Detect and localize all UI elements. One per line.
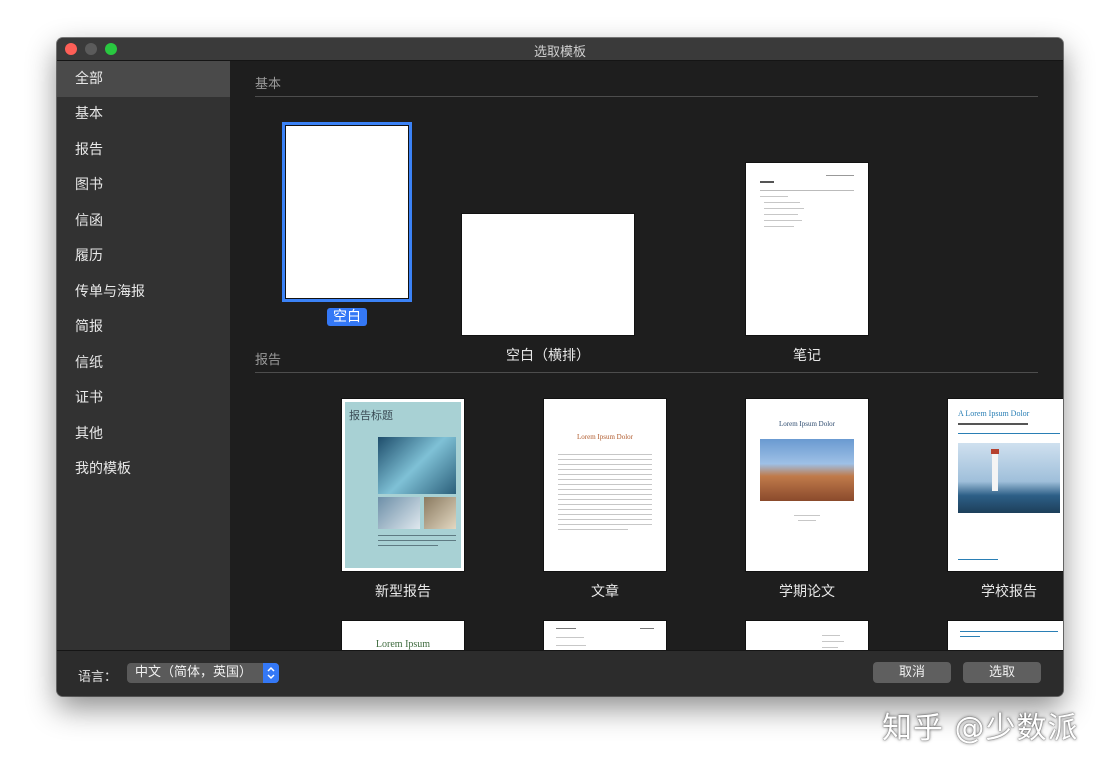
sidebar-item-other[interactable]: 其他 [57, 416, 230, 452]
sidebar-item-all[interactable]: 全部 [57, 61, 230, 97]
template-label-term-paper[interactable]: 学期论文 [707, 581, 907, 601]
thumb-title: Lorem Ipsum Dolor [577, 433, 633, 441]
section-title-reports: 报告 [255, 353, 282, 368]
sidebar-item-my-templates[interactable]: 我的模板 [57, 451, 230, 487]
dialog-footer: 语言： 中文（简体，英国） 取消 选取 [57, 650, 1063, 696]
template-thumb-partial[interactable]: Lorem Ipsum [342, 621, 464, 650]
choose-button[interactable]: 选取 [963, 662, 1041, 683]
template-gallery: 基本 空白 空白（横排） 笔记 报告 报告标题 新型报告 Lorem Ipsum… [230, 61, 1063, 650]
chevron-up-down-icon-svg [267, 666, 275, 680]
cancel-button[interactable]: 取消 [873, 662, 951, 683]
template-label-blank[interactable]: 空白 [247, 306, 447, 326]
template-thumb-partial[interactable] [544, 621, 666, 650]
sidebar-item-reports[interactable]: 报告 [57, 132, 230, 168]
template-label-note-taking[interactable]: 笔记 [707, 345, 907, 365]
thumb-title: Lorem Ipsum [375, 639, 431, 650]
template-label-blank-landscape[interactable]: 空白（横排） [448, 345, 648, 365]
template-label-contemporary-report[interactable]: 新型报告 [303, 581, 503, 601]
window-title: 选取模板 [533, 45, 586, 60]
template-thumb-contemporary-report[interactable]: 报告标题 [342, 399, 464, 571]
sidebar-item-flyers-posters[interactable]: 传单与海报 [57, 274, 230, 310]
language-value: 中文（简体，英国） [135, 665, 253, 680]
sidebar-item-basic[interactable]: 基本 [57, 96, 230, 132]
sidebar-item-books[interactable]: 图书 [57, 167, 230, 203]
template-thumb-school-report[interactable]: A Lorem Ipsum Dolor [948, 399, 1063, 571]
thumb-title: 报告标题 [349, 409, 393, 422]
template-label-essay[interactable]: 文章 [505, 581, 705, 601]
language-label: 语言： [78, 670, 118, 685]
chevron-up-down-icon[interactable] [263, 663, 279, 683]
template-thumb-note-taking[interactable] [746, 163, 868, 335]
category-sidebar: 全部 基本 报告 图书 信函 履历 传单与海报 简报 信纸 证书 其他 我的模板 [57, 61, 230, 650]
sidebar-item-stationery[interactable]: 信纸 [57, 345, 230, 381]
template-thumb-partial[interactable] [948, 621, 1063, 650]
language-select[interactable]: 中文（简体，英国） [127, 663, 279, 683]
sidebar-item-letters[interactable]: 信函 [57, 203, 230, 239]
thumb-title: A Lorem Ipsum Dolor [958, 409, 1030, 418]
template-thumb-partial[interactable] [746, 621, 868, 650]
title-bar[interactable]: 选取模板 [57, 38, 1063, 61]
section-title-basic: 基本 [255, 77, 282, 92]
template-thumb-term-paper[interactable]: Lorem Ipsum Dolor [746, 399, 868, 571]
template-thumb-blank[interactable] [282, 122, 412, 302]
sidebar-item-resumes[interactable]: 履历 [57, 238, 230, 274]
template-thumb-essay[interactable]: Lorem Ipsum Dolor [544, 399, 666, 571]
section-divider [255, 372, 1038, 373]
thumb-title: Lorem Ipsum Dolor [779, 420, 835, 428]
watermark: 知乎 @少数派 [882, 711, 1079, 746]
section-divider [255, 96, 1038, 97]
sidebar-item-newsletters[interactable]: 简报 [57, 309, 230, 345]
template-thumb-blank-landscape[interactable] [462, 214, 634, 335]
template-label-school-report[interactable]: 学校报告 [909, 581, 1063, 601]
template-chooser-window: 选取模板 全部 基本 报告 图书 信函 履历 传单与海报 简报 信纸 证书 其他… [57, 38, 1063, 696]
sidebar-item-certificates[interactable]: 证书 [57, 380, 230, 416]
